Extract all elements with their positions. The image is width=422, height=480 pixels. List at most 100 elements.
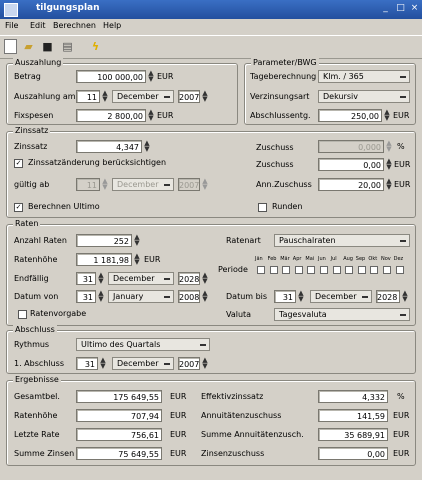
- von-year-input[interactable]: 2008: [178, 290, 200, 303]
- endfaellig-year-input[interactable]: 2028: [178, 272, 200, 285]
- ratenhoehe-input[interactable]: 1 181,98: [76, 253, 132, 266]
- open-icon[interactable]: ▰: [21, 39, 36, 54]
- zuschuss2-input[interactable]: 0,00: [318, 158, 384, 171]
- zinssatzaenderung-checkbox[interactable]: ✓: [14, 159, 23, 168]
- close-icon[interactable]: ×: [409, 3, 420, 14]
- erster-year-input[interactable]: 2007: [178, 357, 200, 370]
- ratenart-label: Ratenart: [226, 236, 261, 245]
- gueltig-year-spinner[interactable]: ▲ ▼: [201, 178, 209, 191]
- periode-month-checkbox[interactable]: [320, 266, 328, 274]
- annzuschuss-input[interactable]: 20,00: [318, 178, 384, 191]
- menu-file[interactable]: File: [5, 21, 18, 30]
- annuitaeten-output: 141,59: [318, 409, 388, 422]
- von-year-spinner[interactable]: ▲ ▼: [201, 290, 209, 303]
- anzahl-raten-input[interactable]: 252: [76, 234, 132, 247]
- periode-month-label: Sep: [355, 256, 366, 262]
- ratenvorgabe-checkbox[interactable]: [18, 310, 27, 319]
- periode-month-checkbox[interactable]: [307, 266, 316, 274]
- annzuschuss-spinner[interactable]: ▲ ▼: [385, 178, 393, 191]
- erster-day-spinner[interactable]: ▲ ▼: [99, 357, 107, 370]
- bis-day-input[interactable]: 31: [274, 290, 296, 303]
- menu-edit[interactable]: Edit: [30, 21, 46, 30]
- verzinsungsart-label: Verzinsungsart: [250, 92, 310, 101]
- auszahlung-year-input[interactable]: 2007: [178, 90, 200, 103]
- endfaellig-day-input[interactable]: 31: [76, 272, 96, 285]
- periode-month-checkbox[interactable]: [395, 266, 404, 274]
- datum-von-label: Datum von: [14, 292, 59, 301]
- erster-year-spinner[interactable]: ▲ ▼: [201, 357, 209, 370]
- verzinsungsart-select[interactable]: Dekursiv: [318, 90, 410, 103]
- erster-day-input[interactable]: 31: [76, 357, 98, 370]
- abschlussentg-unit: EUR: [393, 111, 410, 120]
- letzte-rate-unit: EUR: [170, 430, 187, 439]
- periode-month-checkbox[interactable]: [269, 266, 278, 274]
- von-day-spinner[interactable]: ▲ ▼: [97, 290, 105, 303]
- tageberechnung-select[interactable]: Klm. / 365: [318, 70, 410, 83]
- auszahlung-year-spinner[interactable]: ▲ ▼: [201, 90, 209, 103]
- menu-help[interactable]: Help: [103, 21, 121, 30]
- abschlussentg-spinner[interactable]: ▲ ▼: [383, 109, 391, 122]
- rhythmus-select[interactable]: Ultimo des Quartals: [76, 338, 210, 351]
- periode-month-label: Feb: [267, 256, 277, 262]
- parameter-title: Parameter/BWG: [251, 58, 319, 67]
- summe-ann-unit: EUR: [393, 430, 410, 439]
- ratenart-select[interactable]: Pauschalraten: [274, 234, 410, 247]
- periode-month-label: Aug: [343, 256, 353, 262]
- periode-month-checkbox[interactable]: [257, 266, 265, 274]
- gueltig-year-input[interactable]: 2007: [178, 178, 200, 191]
- endfaellig-year-spinner[interactable]: ▲ ▼: [201, 272, 209, 285]
- zinssatz-input[interactable]: 4,347: [76, 140, 142, 153]
- effektiv-output: 4,332: [318, 390, 388, 403]
- gueltig-day-input[interactable]: 11: [76, 178, 100, 191]
- zuschuss1-input[interactable]: 0,000: [318, 140, 384, 153]
- zuschuss1-spinner[interactable]: ▲ ▼: [385, 140, 393, 153]
- periode-month-checkbox[interactable]: [282, 266, 291, 274]
- gueltig-month-select[interactable]: December: [112, 178, 174, 191]
- fixspesen-spinner[interactable]: ▲ ▼: [147, 109, 155, 122]
- ratenvorgabe-label: Ratenvorgabe: [30, 309, 87, 318]
- anzahl-raten-spinner[interactable]: ▲ ▼: [133, 234, 141, 247]
- status-bar: [0, 468, 422, 480]
- runden-checkbox[interactable]: [258, 203, 267, 212]
- erg-ratenhoehe-label: Ratenhöhe: [14, 411, 58, 420]
- menu-berechnen[interactable]: Berechnen: [53, 21, 96, 30]
- print-icon[interactable]: ▤: [60, 39, 75, 54]
- auszahlung-month-select[interactable]: December: [112, 90, 174, 103]
- endfaellig-day-spinner[interactable]: ▲ ▼: [97, 272, 105, 285]
- bis-day-spinner[interactable]: ▲ ▼: [297, 290, 305, 303]
- periode-month-checkbox[interactable]: [294, 266, 303, 274]
- maximize-icon[interactable]: □: [395, 3, 406, 14]
- endfaellig-month-select[interactable]: December: [108, 272, 174, 285]
- periode-month-checkbox[interactable]: [357, 266, 366, 274]
- periode-month-checkbox[interactable]: [332, 266, 341, 274]
- bis-year-spinner[interactable]: ▲ ▼: [401, 290, 409, 303]
- auszahlung-day-input[interactable]: 11: [76, 90, 100, 103]
- calculate-icon[interactable]: ϟ: [88, 39, 103, 54]
- von-day-input[interactable]: 31: [76, 290, 96, 303]
- periode-month-checkbox[interactable]: [345, 266, 354, 274]
- ratenhoehe-spinner[interactable]: ▲ ▼: [133, 253, 141, 266]
- erster-month-select[interactable]: December: [112, 357, 174, 370]
- zuschuss1-label[interactable]: Zuschuss: [256, 143, 294, 152]
- zuschuss2-label[interactable]: Zuschuss: [256, 160, 294, 169]
- auszahlung-day-spinner[interactable]: ▲ ▼: [101, 90, 109, 103]
- betrag-label: Betrag: [14, 72, 41, 81]
- new-icon[interactable]: [4, 39, 17, 54]
- periode-month-checkbox[interactable]: [383, 266, 391, 274]
- save-icon[interactable]: ■: [40, 39, 55, 54]
- periode-month-checkbox[interactable]: [370, 266, 379, 274]
- bis-month-select[interactable]: December: [310, 290, 372, 303]
- zinssatz-spinner[interactable]: ▲ ▼: [143, 140, 151, 153]
- minimize-icon[interactable]: _: [380, 3, 391, 14]
- zuschuss2-spinner[interactable]: ▲ ▼: [385, 158, 393, 171]
- betrag-input[interactable]: 100 000,00: [76, 70, 146, 83]
- von-month-select[interactable]: January: [108, 290, 174, 303]
- abschlussentg-input[interactable]: 250,00: [318, 109, 382, 122]
- toolbar: ▰ ■ ▤ ϟ: [0, 35, 422, 59]
- fixspesen-input[interactable]: 2 800,00: [76, 109, 146, 122]
- valuta-select[interactable]: Tagesvaluta: [274, 308, 410, 321]
- bis-year-input[interactable]: 2028: [376, 290, 400, 303]
- gueltig-day-spinner[interactable]: ▲ ▼: [101, 178, 109, 191]
- betrag-spinner[interactable]: ▲ ▼: [147, 70, 155, 83]
- berechnen-ultimo-checkbox[interactable]: ✓: [14, 203, 23, 212]
